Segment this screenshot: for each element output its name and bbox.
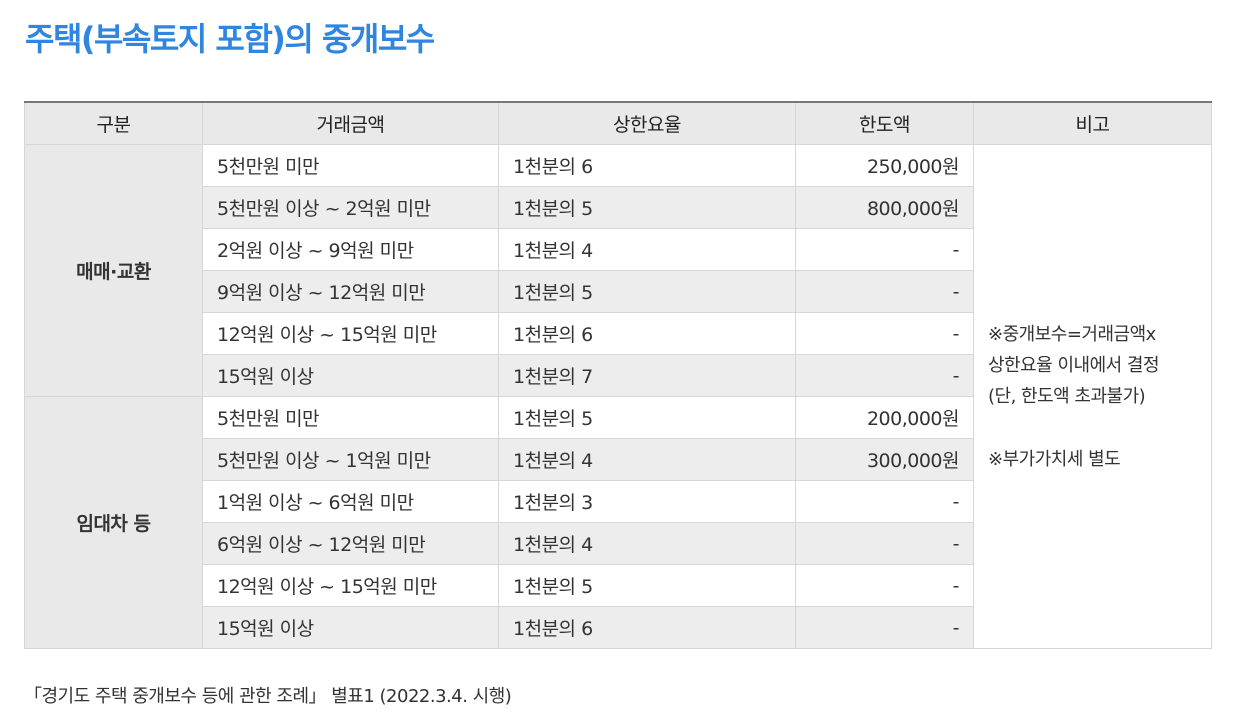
rate-cell: 1천분의 6 (498, 144, 796, 187)
limit-cell: - (795, 522, 974, 565)
header-note: 비고 (973, 101, 1212, 145)
amount-cell: 5천만원 이상 ~ 1억원 미만 (202, 438, 499, 481)
table-header-row: 구분 거래금액 상한요율 한도액 비고 (24, 101, 1212, 145)
limit-cell: - (795, 228, 974, 271)
rate-cell: 1천분의 6 (498, 606, 796, 649)
limit-cell: - (795, 270, 974, 313)
header-category: 구분 (24, 101, 203, 145)
amount-cell: 15억원 이상 (202, 606, 499, 649)
limit-cell: - (795, 312, 974, 355)
note-line: ※중개보수=거래금액x (988, 323, 1156, 345)
limit-cell: - (795, 564, 974, 607)
amount-cell: 12억원 이상 ~ 15억원 미만 (202, 564, 499, 607)
group-label-lease: 임대차 등 (24, 396, 203, 649)
note-line: (단, 한도액 초과불가) (988, 385, 1146, 407)
limit-cell: - (795, 354, 974, 397)
group-label-sale: 매매·교환 (24, 144, 203, 397)
amount-cell: 1억원 이상 ~ 6억원 미만 (202, 480, 499, 523)
rate-cell: 1천분의 6 (498, 312, 796, 355)
limit-cell: 800,000원 (795, 186, 974, 229)
amount-cell: 12억원 이상 ~ 15억원 미만 (202, 312, 499, 355)
rate-cell: 1천분의 4 (498, 228, 796, 271)
note-cell: ※중개보수=거래금액x 상한요율 이내에서 결정 (단, 한도액 초과불가) ※… (973, 144, 1212, 649)
amount-cell: 5천만원 미만 (202, 396, 499, 439)
note-line: ※부가가치세 별도 (988, 448, 1121, 470)
source-citation: 「경기도 주택 중개보수 등에 관한 조례」 별표1 (2022.3.4. 시행… (24, 686, 512, 707)
rate-cell: 1천분의 5 (498, 396, 796, 439)
rate-cell: 1천분의 4 (498, 522, 796, 565)
limit-cell: 250,000원 (795, 144, 974, 187)
limit-cell: - (795, 606, 974, 649)
table-row: 매매·교환 5천만원 미만 1천분의 6 250,000원 ※중개보수=거래금액… (24, 144, 1212, 649)
rate-cell: 1천분의 7 (498, 354, 796, 397)
rate-cell: 1천분의 4 (498, 438, 796, 481)
amount-cell: 6억원 이상 ~ 12억원 미만 (202, 522, 499, 565)
rate-cell: 1천분의 5 (498, 564, 796, 607)
amount-cell: 15억원 이상 (202, 354, 499, 397)
header-limit: 한도액 (795, 101, 974, 145)
amount-cell: 5천만원 이상 ~ 2억원 미만 (202, 186, 499, 229)
page-title: 주택(부속토지 포함)의 중개보수 (25, 20, 435, 58)
header-rate: 상한요율 (498, 101, 796, 145)
limit-cell: 200,000원 (795, 396, 974, 439)
limit-cell: 300,000원 (795, 438, 974, 481)
note-spacer (988, 412, 1197, 444)
rate-cell: 1천분의 3 (498, 480, 796, 523)
rate-cell: 1천분의 5 (498, 186, 796, 229)
note-line: 상한요율 이내에서 결정 (988, 354, 1160, 376)
amount-cell: 9억원 이상 ~ 12억원 미만 (202, 270, 499, 313)
brokerage-fee-table: 구분 거래금액 상한요율 한도액 비고 매매·교환 5천만원 미만 1천분의 6… (24, 101, 1212, 649)
amount-cell: 5천만원 미만 (202, 144, 499, 187)
limit-cell: - (795, 480, 974, 523)
header-amount: 거래금액 (202, 101, 499, 145)
amount-cell: 2억원 이상 ~ 9억원 미만 (202, 228, 499, 271)
rate-cell: 1천분의 5 (498, 270, 796, 313)
